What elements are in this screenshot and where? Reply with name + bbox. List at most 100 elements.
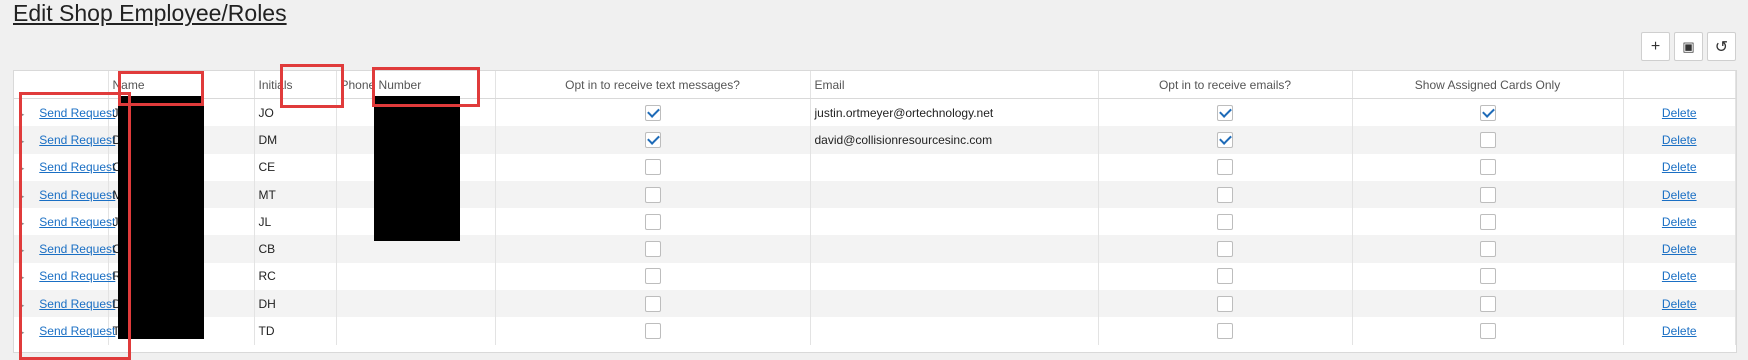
email-cell[interactable] [810,180,1099,209]
phone-cell[interactable] [336,262,496,291]
text-opt-checkbox[interactable] [644,295,661,312]
email-opt-checkbox[interactable] [1217,213,1233,230]
table-row: ► Send Request C CE Delete [14,153,1736,181]
col-header-email-opt[interactable]: Opt in to receive emails? [1098,71,1353,99]
initials-cell[interactable]: CE [254,153,337,181]
text-opt-checkbox[interactable] [644,159,661,176]
assigned-only-checkbox[interactable] [1479,268,1496,285]
undo-button[interactable]: ↺ [1707,32,1736,61]
undo-icon: ↺ [1714,38,1729,56]
table-row: ► Send Request J JL Delete [14,208,1736,236]
delete-link[interactable]: Delete [1662,160,1697,174]
redaction-phone [374,96,460,241]
email-cell[interactable] [810,153,1099,181]
email-opt-checkbox[interactable] [1217,241,1233,258]
delete-link[interactable]: Delete [1662,324,1697,338]
email-opt-checkbox[interactable] [1217,159,1233,176]
assigned-only-cell [1352,126,1624,154]
delete-link[interactable]: Delete [1662,215,1697,229]
email-opt-cell [1098,98,1353,127]
email-cell[interactable] [810,235,1099,263]
assigned-only-checkbox[interactable] [1479,323,1496,340]
text-opt-cell [495,262,811,291]
text-opt-cell [495,98,811,127]
assigned-only-checkbox[interactable] [1479,241,1496,258]
initials-cell[interactable]: JL [254,208,337,236]
text-opt-cell [495,317,811,345]
col-header-text-opt[interactable]: Opt in to receive text messages? [495,71,811,99]
col-header-assigned-only[interactable]: Show Assigned Cards Only [1352,71,1624,99]
email-opt-cell [1098,126,1353,154]
add-button[interactable]: + [1641,32,1670,61]
save-icon: ▣ [1682,38,1695,54]
initials-cell[interactable]: MT [254,180,337,209]
col-header-email[interactable]: Email [810,71,1099,99]
email-opt-cell [1098,235,1353,263]
email-cell[interactable]: justin.ortmeyer@ortechnology.net [810,98,1099,127]
email-cell[interactable] [810,262,1099,291]
assigned-only-checkbox[interactable] [1479,295,1496,312]
email-opt-cell [1098,180,1353,209]
table-row: ► Send RequestMMTDelete [14,180,1736,209]
table-row: ► Send Request J JO justin.ortmeyer@ortechn… [14,98,1736,127]
email-opt-checkbox[interactable] [1217,131,1233,148]
highlight-initials-header [280,64,344,108]
email-opt-checkbox[interactable] [1217,323,1233,340]
assigned-only-checkbox[interactable] [1479,131,1496,148]
assigned-only-checkbox[interactable] [1479,213,1496,230]
text-opt-checkbox[interactable] [644,104,661,121]
text-opt-checkbox[interactable] [644,241,661,258]
employee-table: Name Initials Phone Number Opt in to rec… [14,71,1736,345]
text-opt-checkbox[interactable] [644,268,661,285]
delete-link[interactable]: Delete [1662,297,1697,311]
email-opt-checkbox[interactable] [1217,295,1233,312]
email-opt-cell [1098,153,1353,181]
table-row: ► Send Request D DH Delete [14,290,1736,318]
text-opt-cell [495,180,811,209]
initials-cell[interactable]: TD [254,317,337,345]
delete-link[interactable]: Delete [1662,133,1697,147]
delete-cell: Delete [1623,317,1736,345]
email-opt-checkbox[interactable] [1217,268,1233,285]
phone-cell[interactable] [336,290,496,318]
text-opt-cell [495,290,811,318]
delete-link[interactable]: Delete [1662,269,1697,283]
initials-cell[interactable]: RC [254,262,337,291]
phone-cell[interactable] [336,317,496,345]
delete-cell: Delete [1623,180,1736,209]
initials-cell[interactable]: CB [254,235,337,263]
email-cell[interactable] [810,317,1099,345]
table-row: ► Send Request T TD Delete [14,317,1736,345]
text-opt-checkbox[interactable] [644,213,661,230]
text-opt-cell [495,235,811,263]
delete-cell: Delete [1623,262,1736,291]
email-opt-checkbox[interactable] [1217,186,1233,203]
assigned-only-cell [1352,235,1624,263]
header-row: Name Initials Phone Number Opt in to rec… [14,71,1736,99]
page-title: Edit Shop Employee/Roles [13,0,287,26]
email-cell[interactable] [810,290,1099,318]
initials-cell[interactable]: DH [254,290,337,318]
save-button[interactable]: ▣ [1674,32,1703,61]
text-opt-checkbox[interactable] [644,186,661,203]
delete-link[interactable]: Delete [1662,106,1697,120]
assigned-only-cell [1352,262,1624,291]
assigned-only-checkbox[interactable] [1479,186,1496,203]
table-row: ► Send Request D DM david@collisionresource… [14,126,1736,154]
assigned-only-checkbox[interactable] [1479,159,1496,176]
text-opt-checkbox[interactable] [644,131,661,148]
assigned-only-cell [1352,98,1624,127]
assigned-only-checkbox[interactable] [1479,104,1496,121]
email-opt-cell [1098,290,1353,318]
email-cell[interactable] [810,208,1099,236]
delete-link[interactable]: Delete [1662,242,1697,256]
initials-cell[interactable]: DM [254,126,337,154]
highlight-action-column [19,92,131,360]
email-opt-checkbox[interactable] [1217,104,1233,121]
email-cell[interactable]: david@collisionresourcesinc.com [810,126,1099,154]
employee-grid: Name Initials Phone Number Opt in to rec… [13,70,1737,353]
plus-icon: + [1650,37,1661,55]
delete-link[interactable]: Delete [1662,188,1697,202]
text-opt-checkbox[interactable] [644,323,661,340]
delete-cell: Delete [1623,290,1736,318]
